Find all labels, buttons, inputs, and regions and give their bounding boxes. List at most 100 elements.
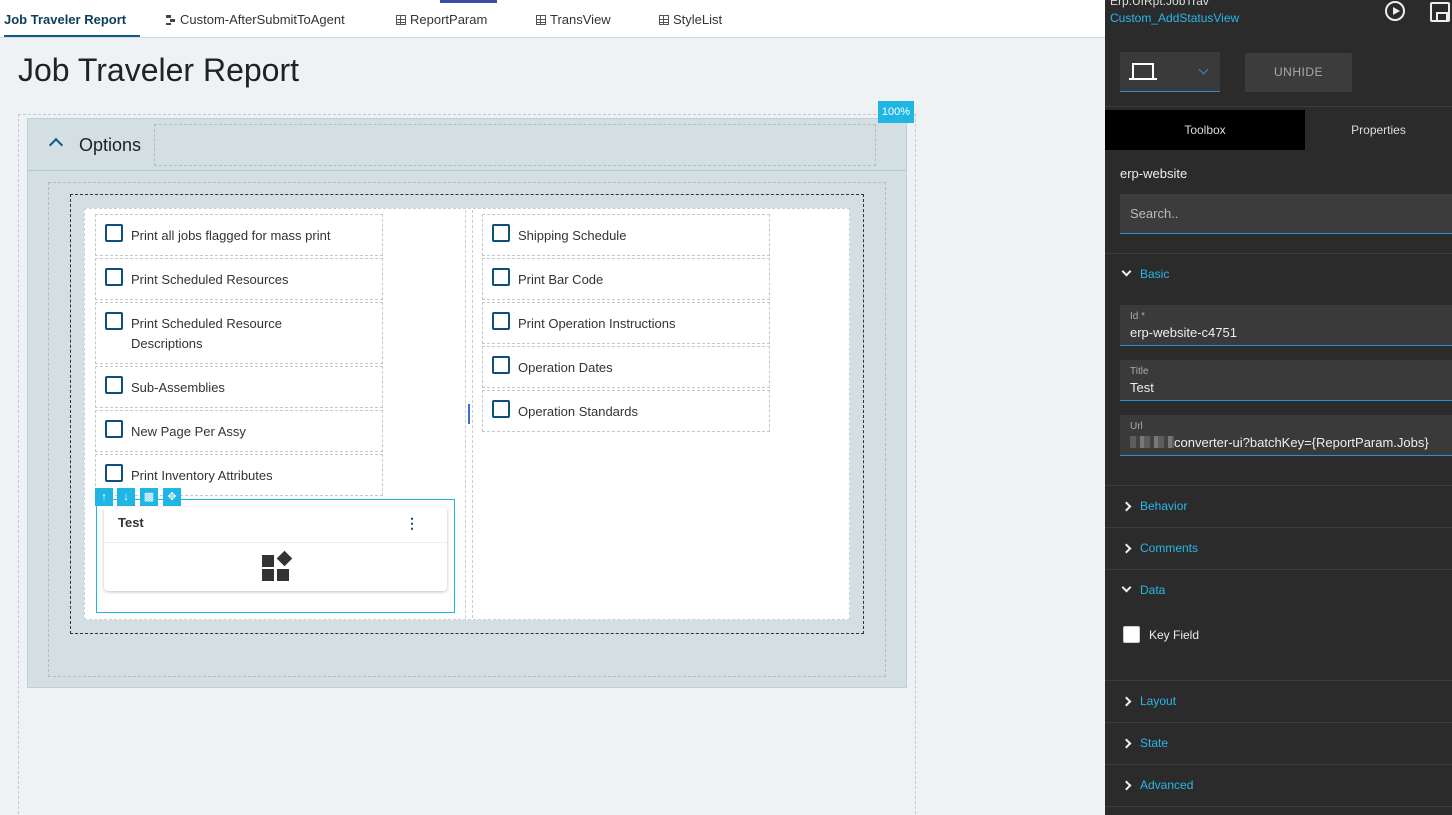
website-card[interactable]: Test ⋮ xyxy=(104,507,447,591)
checkbox[interactable] xyxy=(492,268,510,286)
id-field[interactable]: Id * erp-website-c4751 xyxy=(1120,305,1452,346)
checkbox-label: New Page Per Assy xyxy=(131,424,246,439)
checkbox[interactable] xyxy=(492,356,510,374)
chevron-right-icon xyxy=(1121,738,1132,749)
laptop-icon xyxy=(1129,63,1157,80)
section-label: Basic xyxy=(1140,267,1170,281)
move-icon[interactable]: ✥ xyxy=(163,488,181,506)
field-label: Id * xyxy=(1130,311,1146,322)
chevron-down-icon xyxy=(1121,582,1132,593)
divider xyxy=(1105,106,1452,107)
section-data[interactable]: Data xyxy=(1105,570,1452,612)
section-label: Advanced xyxy=(1140,778,1194,792)
zoom-badge: 100% xyxy=(878,101,914,123)
field-label: Title xyxy=(1130,366,1149,377)
title-field[interactable]: Title Test xyxy=(1120,360,1452,401)
device-selector[interactable] xyxy=(1120,52,1220,92)
checkbox-operation-dates[interactable]: Operation Dates xyxy=(482,346,770,388)
properties-panel: Erp.UIRpt.JobTrav Custom_AddStatusView U… xyxy=(1105,0,1452,815)
chevron-right-icon xyxy=(1121,780,1132,791)
tab-label: Custom-AfterSubmitToAgent xyxy=(180,12,345,27)
checkbox-label: Print Inventory Attributes xyxy=(131,468,273,483)
field-value-wrapper: converter-ui?batchKey={ReportParam.Jobs} xyxy=(1130,435,1429,450)
card-title: Test xyxy=(118,515,144,530)
view-name-link[interactable]: Custom_AddStatusView xyxy=(1110,11,1239,25)
tab-stylelist[interactable]: StyleList xyxy=(659,0,722,37)
delete-icon[interactable]: ▩ xyxy=(140,488,158,506)
checkbox-operation-standards[interactable]: Operation Standards xyxy=(482,390,770,432)
search-input[interactable]: Search.. xyxy=(1120,194,1452,234)
checkbox-print-operation-instructions[interactable]: Print Operation Instructions xyxy=(482,302,770,344)
tab-job-traveler-report[interactable]: Job Traveler Report xyxy=(4,0,140,37)
tab-label: ReportParam xyxy=(410,12,488,27)
tab-bar: Job Traveler Report Custom-AfterSubmitTo… xyxy=(0,0,1105,38)
section-label: Comments xyxy=(1140,541,1199,555)
flow-icon xyxy=(166,15,176,25)
chevron-right-icon xyxy=(1121,543,1132,554)
tab-reportparam[interactable]: ReportParam xyxy=(396,0,487,37)
checkbox-print-inventory-attributes[interactable]: Print Inventory Attributes xyxy=(95,454,383,496)
section-label: Layout xyxy=(1140,694,1177,708)
checkbox-label: Sub-Assemblies xyxy=(131,380,225,395)
checkbox-shipping-schedule[interactable]: Shipping Schedule xyxy=(482,214,770,256)
kebab-icon[interactable]: ⋮ xyxy=(405,515,419,532)
field-label: Url xyxy=(1130,421,1143,432)
tab-custom-aftersubmittoagent[interactable]: Custom-AfterSubmitToAgent xyxy=(166,0,345,37)
section-label: State xyxy=(1140,736,1169,750)
component-name: erp-website xyxy=(1120,166,1188,181)
panel-header-dropzone[interactable] xyxy=(154,124,876,166)
grid-icon xyxy=(396,15,406,25)
checkbox[interactable] xyxy=(105,464,123,482)
tab-label: StyleList xyxy=(673,12,723,27)
checkbox-sub-assemblies[interactable]: Sub-Assemblies xyxy=(95,366,383,408)
tab-transview[interactable]: TransView xyxy=(536,0,611,37)
chevron-right-icon xyxy=(1121,696,1132,707)
checkbox[interactable] xyxy=(492,400,510,418)
checkbox[interactable] xyxy=(105,224,123,242)
section-basic[interactable]: Basic xyxy=(1105,254,1452,296)
panel-divider xyxy=(27,170,907,171)
section-behavior[interactable]: Behavior xyxy=(1105,486,1452,528)
arrow-down-icon[interactable]: ↓ xyxy=(117,488,135,506)
checkbox[interactable] xyxy=(105,420,123,438)
play-icon[interactable] xyxy=(1385,1,1405,21)
checkbox-print-scheduled-resources[interactable]: Print Scheduled Resources xyxy=(95,258,383,300)
checkbox-print-all-jobs[interactable]: Print all jobs flagged for mass print xyxy=(95,214,383,256)
breadcrumb: Erp.UIRpt.JobTrav xyxy=(1110,0,1209,8)
card-divider xyxy=(104,542,447,543)
url-value: converter-ui?batchKey={ReportParam.Jobs} xyxy=(1174,435,1429,450)
checkbox-label: Print Operation Instructions xyxy=(518,316,676,331)
save-icon[interactable] xyxy=(1430,2,1450,22)
section-label: Data xyxy=(1140,583,1166,597)
checkbox-print-bar-code[interactable]: Print Bar Code xyxy=(482,258,770,300)
key-field-checkbox[interactable] xyxy=(1123,626,1140,643)
checkbox[interactable] xyxy=(492,312,510,330)
checkbox-label: Print all jobs flagged for mass print xyxy=(131,228,331,243)
checkbox-print-scheduled-resource-descriptions[interactable]: Print Scheduled Resource Descriptions xyxy=(95,302,383,364)
url-field[interactable]: Url converter-ui?batchKey={ReportParam.J… xyxy=(1120,415,1452,456)
section-comments[interactable]: Comments xyxy=(1105,528,1452,570)
options-panel-title: Options xyxy=(79,135,142,155)
section-advanced[interactable]: Advanced xyxy=(1105,765,1452,807)
tab-label: Job Traveler Report xyxy=(4,12,127,27)
chevron-right-icon xyxy=(1121,501,1132,512)
widgets-icon xyxy=(262,550,293,583)
checkbox[interactable] xyxy=(105,312,123,330)
checkbox[interactable] xyxy=(492,224,510,242)
section-label: Behavior xyxy=(1140,499,1188,513)
checkbox-label: Operation Dates xyxy=(518,360,613,375)
key-field-label: Key Field xyxy=(1149,628,1200,642)
tab-properties[interactable]: Properties xyxy=(1305,110,1452,150)
section-layout[interactable]: Layout xyxy=(1105,681,1452,723)
resize-marker[interactable] xyxy=(468,404,470,424)
chevron-down-icon xyxy=(1198,64,1209,75)
arrow-up-icon[interactable]: ↑ xyxy=(95,488,113,506)
chevron-down-icon xyxy=(1121,266,1132,277)
checkbox-new-page-per-assy[interactable]: New Page Per Assy xyxy=(95,410,383,452)
checkbox[interactable] xyxy=(105,268,123,286)
checkbox[interactable] xyxy=(105,376,123,394)
tab-toolbox[interactable]: Toolbox xyxy=(1105,110,1305,150)
field-value: Test xyxy=(1130,380,1154,395)
unhide-button[interactable]: UNHIDE xyxy=(1245,53,1352,92)
section-state[interactable]: State xyxy=(1105,723,1452,765)
